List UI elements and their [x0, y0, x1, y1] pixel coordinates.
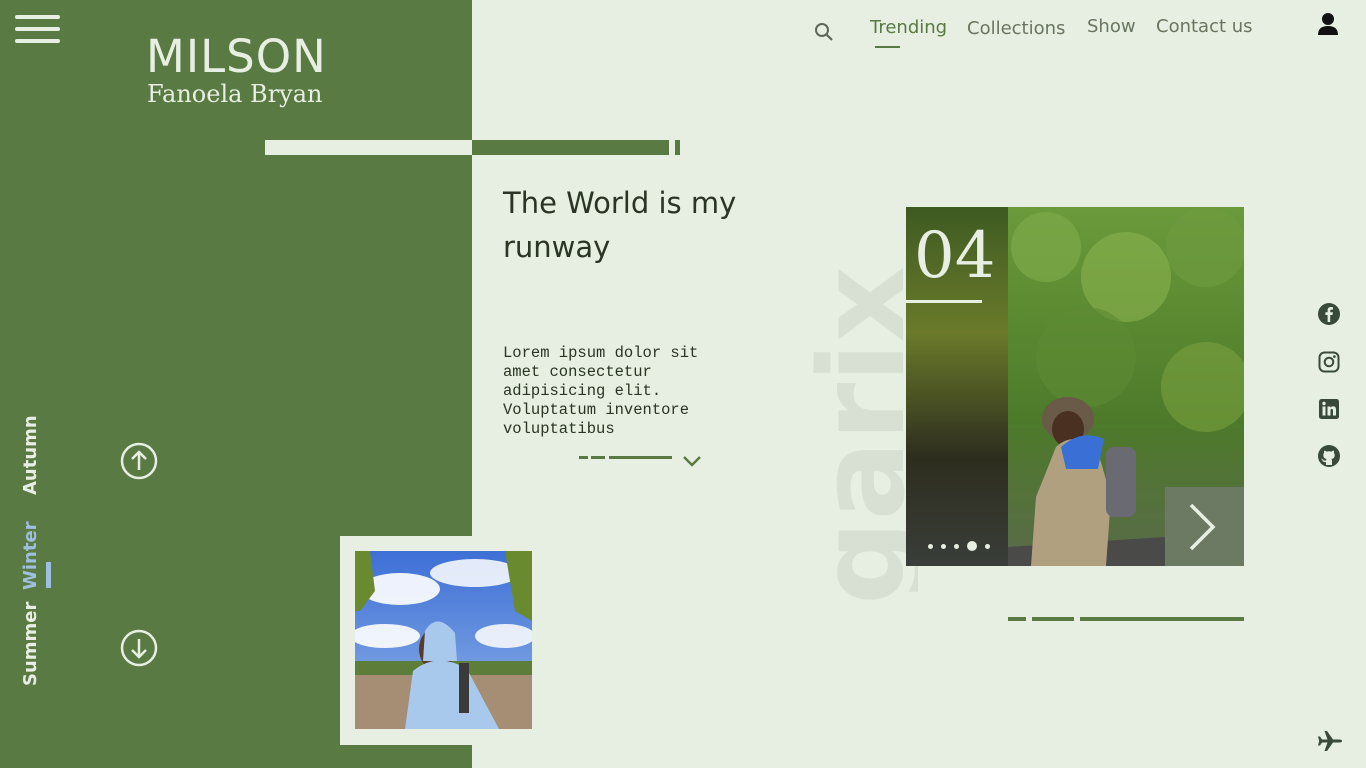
slider-dots: [928, 540, 990, 552]
season-active-indicator: [46, 562, 51, 588]
chevron-down-icon[interactable]: [682, 455, 702, 467]
nav-trending[interactable]: Trending: [870, 17, 947, 38]
search-icon[interactable]: [814, 22, 834, 42]
next-slide-button[interactable]: [1165, 487, 1244, 566]
dash-indicator: [1008, 617, 1026, 621]
watermark-word: garix: [808, 266, 918, 605]
divider-bar-light: [265, 140, 472, 155]
dash-indicator: [1080, 617, 1244, 621]
chevron-right-icon: [1189, 503, 1216, 551]
season-winter[interactable]: Winter: [20, 521, 42, 590]
slider-dot-active[interactable]: [967, 541, 977, 551]
svg-text:garix: garix: [808, 266, 918, 605]
divider-bar-tick: [675, 140, 680, 155]
slide-counter: 04: [914, 219, 996, 293]
dash-indicator: [1032, 617, 1074, 621]
hero-body: Lorem ipsum dolor sit amet consectetur a…: [503, 344, 699, 438]
dash-indicator: [579, 456, 588, 459]
nav-contact-us[interactable]: Contact us: [1156, 16, 1253, 37]
hero-headline: The World is my runway: [503, 186, 737, 264]
arrow-down-circle-icon[interactable]: [120, 629, 158, 667]
slider-dot[interactable]: [985, 543, 990, 549]
nav-collections[interactable]: Collections: [967, 18, 1065, 39]
arrow-up-circle-icon[interactable]: [120, 442, 158, 480]
instagram-icon[interactable]: [1317, 350, 1341, 374]
linkedin-icon[interactable]: [1317, 397, 1341, 421]
nav-show[interactable]: Show: [1087, 16, 1136, 37]
hamburger-menu-icon[interactable]: [15, 15, 60, 45]
dash-indicator: [609, 456, 672, 459]
small-photo[interactable]: [355, 551, 532, 729]
github-icon[interactable]: [1317, 444, 1341, 468]
slider-dot[interactable]: [928, 543, 933, 549]
dash-indicator: [591, 456, 605, 459]
brand-subtitle: Fanoela Bryan: [147, 80, 323, 108]
nav-active-underline: [875, 46, 900, 48]
slider-dot[interactable]: [954, 543, 959, 549]
airplane-icon[interactable]: [1317, 729, 1343, 753]
slide-counter-underline: [906, 300, 982, 303]
facebook-icon[interactable]: [1317, 302, 1341, 326]
divider-bar-green: [472, 140, 669, 155]
season-autumn[interactable]: Autumn: [20, 415, 42, 495]
season-summer[interactable]: Summer: [20, 602, 42, 686]
user-icon[interactable]: [1317, 12, 1339, 36]
slider-dot[interactable]: [941, 543, 946, 549]
